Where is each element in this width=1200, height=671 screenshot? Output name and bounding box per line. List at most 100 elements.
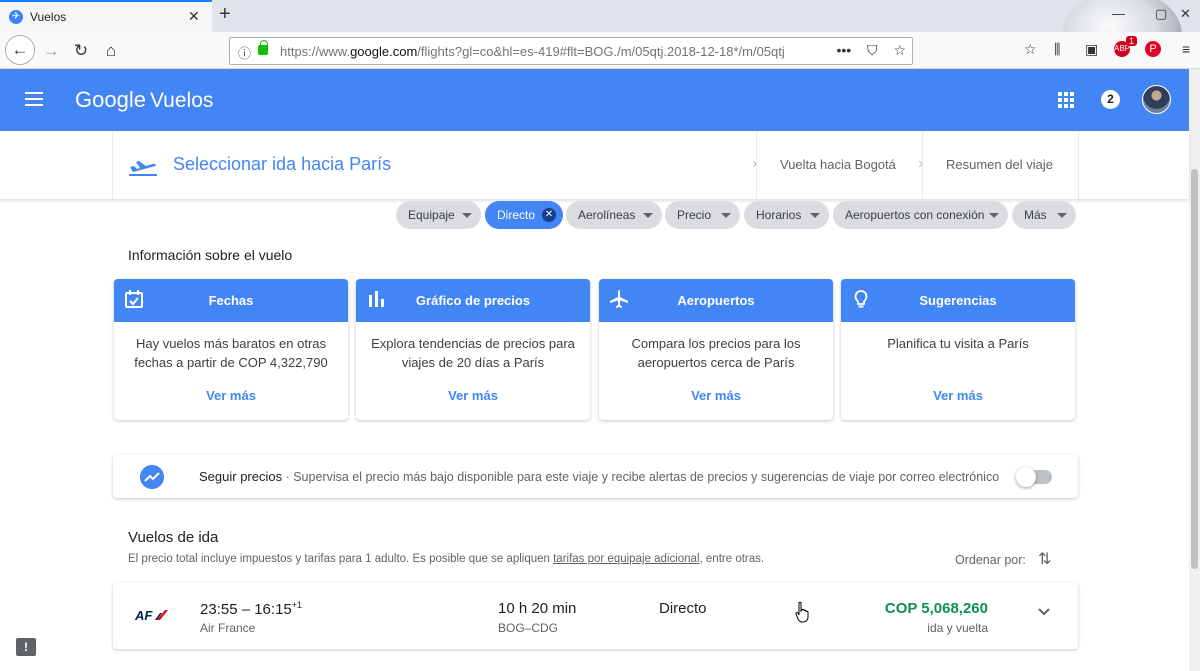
chevron-right-icon: ›	[752, 155, 758, 172]
filter-label: Más	[1024, 208, 1047, 222]
flight-price: COP 5,068,260	[884, 600, 988, 617]
flight-route: BOG–CDG	[498, 621, 559, 635]
chevron-down-icon[interactable]	[1037, 605, 1051, 619]
clear-filter-icon[interactable]: ✕	[542, 208, 556, 222]
results-note: El precio total incluye impuestos y tari…	[128, 553, 765, 565]
apps-grid-icon[interactable]	[1058, 92, 1074, 108]
flight-result-row[interactable]: AF 23:55 – 16:15+1 Air France 10 h 20 mi…	[113, 583, 1078, 649]
card-title: Fechas	[208, 293, 254, 308]
maximize-icon[interactable]: ▢	[1155, 6, 1167, 22]
card-title: Gráfico de precios	[415, 293, 531, 308]
card-body: Explora tendencias de precios para viaje…	[371, 336, 575, 370]
info-icon[interactable]: ⓘ	[238, 43, 251, 62]
page-scrollbar[interactable]	[1189, 69, 1200, 671]
notifications-badge[interactable]: 2	[1101, 90, 1120, 109]
flight-airline: Air France	[200, 621, 256, 635]
card-body: Hay vuelos más baratos en otras fechas a…	[134, 336, 328, 370]
pinterest-icon[interactable]: P	[1145, 41, 1161, 57]
dropdown-arrow-icon	[1057, 213, 1067, 218]
forward-arrow-icon[interactable]: →	[37, 37, 65, 65]
flight-times: 23:55 – 16:15+1	[200, 600, 303, 618]
departure-plane-icon	[129, 161, 157, 176]
dropdown-arrow-icon	[462, 213, 472, 218]
filter-mas[interactable]: Más	[1012, 201, 1076, 229]
url-text[interactable]: https://www.google.com/flights?gl=co&hl=…	[280, 44, 810, 59]
brand-google: Google	[75, 87, 146, 112]
results-title: Vuelos de ida	[128, 529, 219, 546]
new-tab-button[interactable]: +	[219, 3, 231, 26]
tab-close-icon[interactable]: ✕	[188, 8, 200, 25]
trip-steps-bar: Seleccionar ida hacia París › Vuelta hac…	[0, 131, 1189, 199]
info-card-sugerencias[interactable]: Sugerencias Planifica tu visita a París …	[841, 279, 1075, 420]
hand-cursor-icon	[795, 601, 809, 623]
step-summary[interactable]: Resumen del viaje	[946, 157, 1053, 172]
step-return[interactable]: Vuelta hacia Bogotá	[780, 157, 896, 172]
flight-price-type: ida y vuelta	[927, 621, 988, 635]
tab-title: Vuelos	[30, 10, 67, 24]
downloads-icon[interactable]: ☆	[1024, 41, 1037, 58]
dropdown-arrow-icon	[643, 213, 653, 218]
avatar[interactable]	[1142, 85, 1171, 114]
flights-favicon-icon: ✈	[9, 10, 23, 24]
dropdown-arrow-icon	[721, 213, 731, 218]
day-offset: +1	[291, 600, 303, 610]
bookmark-star-icon[interactable]: ☆	[893, 42, 906, 58]
lock-icon	[258, 40, 268, 55]
track-description: · Supervisa el precio más bajo disponibl…	[282, 470, 1000, 484]
flight-duration: 10 h 20 min	[498, 600, 577, 617]
section-title-info: Información sobre el vuelo	[128, 247, 293, 263]
filter-label: Directo	[497, 208, 536, 222]
sort-icon[interactable]: ⇅	[1038, 549, 1051, 569]
menu-hamburger-icon[interactable]: ≡	[1182, 41, 1190, 57]
filter-equipaje[interactable]: Equipaje	[396, 201, 481, 229]
filter-label: Horarios	[756, 208, 802, 222]
dropdown-arrow-icon	[989, 213, 999, 218]
filter-aerolineas[interactable]: Aerolíneas	[566, 201, 662, 229]
back-arrow-icon[interactable]: ←	[5, 35, 35, 65]
app-logo[interactable]: Google Vuelos	[75, 87, 213, 113]
info-card-fechas[interactable]: Fechas Hay vuelos más baratos en otras f…	[114, 279, 348, 420]
info-card-aeropuertos[interactable]: Aeropuertos Compara los precios para los…	[599, 279, 833, 420]
sort-label: Ordenar por:	[955, 553, 1026, 567]
card-link[interactable]: Ver más	[356, 388, 590, 403]
filter-label: Aeropuertos con conexión	[845, 208, 985, 222]
info-card-grafico-precios[interactable]: Gráfico de precios Explora tendencias de…	[356, 279, 590, 420]
chevron-right-icon: ›	[918, 155, 924, 172]
filter-horarios[interactable]: Horarios	[744, 201, 829, 229]
home-icon[interactable]: ⌂	[97, 37, 125, 65]
step-current: Seleccionar ida hacia París	[173, 154, 392, 174]
brand-product: Vuelos	[149, 89, 214, 112]
card-body: Compara los precios para los aeropuertos…	[631, 336, 801, 370]
card-title: Aeropuertos	[677, 293, 755, 308]
browser-nav-bar: ← → ↻ ⌂ ⓘ https://www.google.com/flights…	[0, 32, 1200, 69]
window-close-icon[interactable]: ✕	[1180, 6, 1191, 22]
sidebar-icon[interactable]: ▣	[1085, 41, 1098, 58]
filter-directo[interactable]: Directo ✕	[485, 201, 563, 229]
card-body: Planifica tu visita a París	[887, 336, 1029, 351]
pocket-icon[interactable]: ⛉	[867, 42, 878, 58]
reload-icon[interactable]: ↻	[67, 37, 95, 65]
app-header: Google Vuelos 2	[0, 69, 1189, 131]
card-link[interactable]: Ver más	[841, 388, 1075, 403]
browser-tab[interactable]: ✈ Vuelos ✕	[0, 0, 212, 32]
main-menu-icon[interactable]	[25, 92, 43, 106]
browser-tab-bar: ✈ Vuelos ✕ + — ▢ ✕	[0, 0, 1200, 80]
filter-aeropuertos-conexion[interactable]: Aeropuertos con conexión	[833, 201, 1008, 229]
trending-icon	[140, 465, 164, 489]
card-link[interactable]: Ver más	[114, 388, 348, 403]
filter-label: Equipaje	[408, 208, 455, 222]
scrollbar-thumb[interactable]	[1191, 169, 1198, 569]
filter-label: Precio	[677, 208, 712, 222]
url-bar[interactable]: ⓘ https://www.google.com/flights?gl=co&h…	[229, 37, 913, 65]
filter-label: Aerolíneas	[578, 208, 636, 222]
library-icon[interactable]: ⫼	[1054, 41, 1060, 58]
page-actions-icon[interactable]: •••	[836, 42, 851, 58]
track-prices-toggle[interactable]	[1016, 467, 1052, 487]
feedback-button[interactable]: !	[16, 638, 36, 656]
filter-precio[interactable]: Precio	[665, 201, 740, 229]
minimize-icon[interactable]: —	[1112, 6, 1125, 21]
card-link[interactable]: Ver más	[599, 388, 833, 403]
svg-text:AF: AF	[135, 608, 153, 623]
baggage-fees-link[interactable]: tarifas por equipaje adicional	[553, 553, 699, 565]
addon-badge: 1	[1126, 36, 1138, 46]
